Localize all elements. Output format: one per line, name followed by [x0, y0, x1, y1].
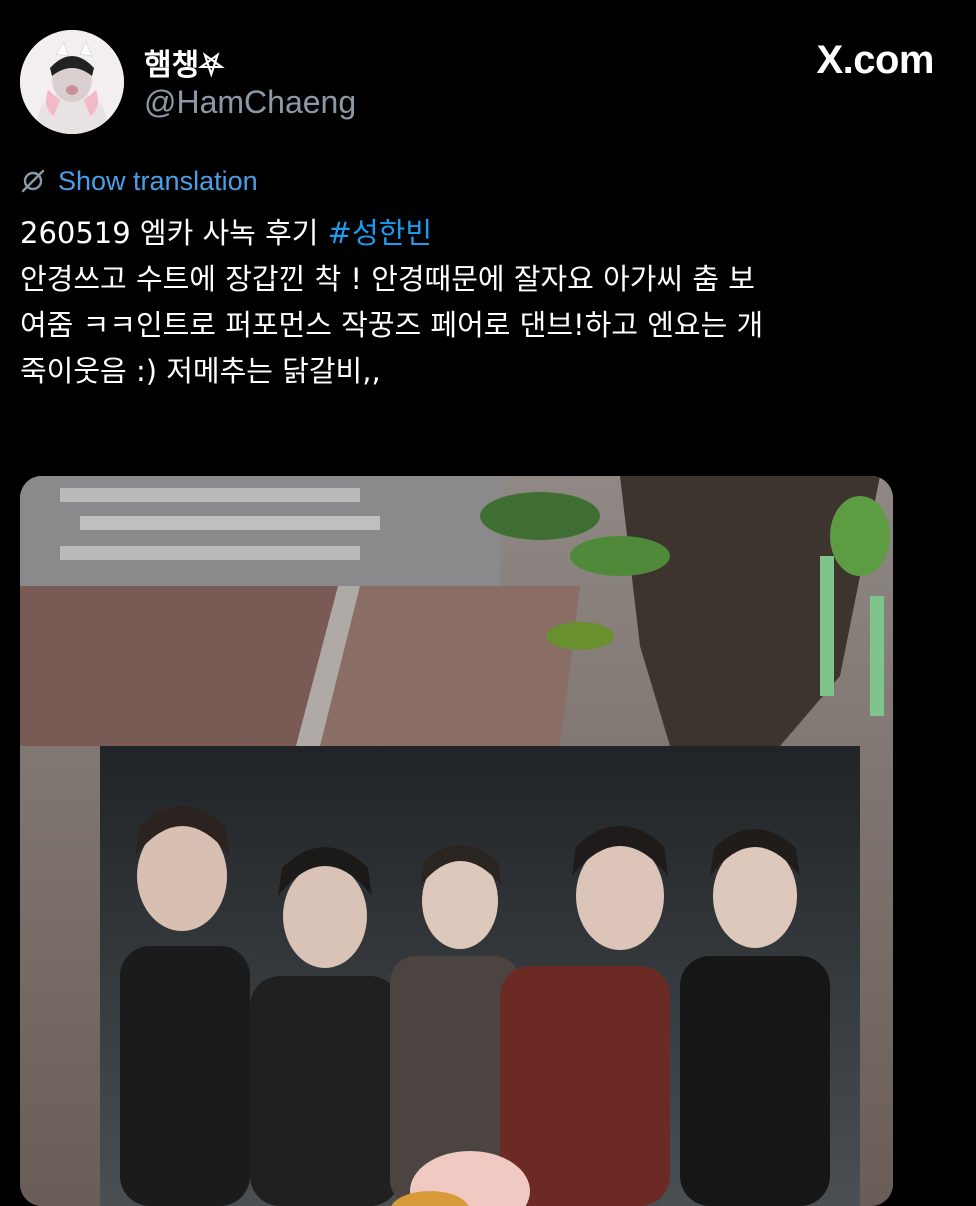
- tweet-line-3: 여줌 ㅋㅋ인트로 퍼포먼스 작꿍즈 페어로 댄브!하고 엔요는 개: [20, 308, 764, 342]
- tweet-line-2: 안경쓰고 수트에 장갑낀 착 ! 안경때문에 잘자요 아가씨 춤 보: [20, 262, 755, 296]
- tweet-line-1: 260519 엠카 사녹 후기 #성한빈: [20, 210, 970, 256]
- show-translation-label: Show translation: [58, 165, 258, 196]
- tweet-line-1-text: 260519 엠카 사녹 후기: [20, 216, 328, 250]
- tweet-line-4: 죽이웃음 :) 저메추는 닭갈비,,: [20, 354, 381, 388]
- hashtag-link[interactable]: #성한빈: [328, 216, 432, 250]
- user-handle[interactable]: @HamChaeng: [144, 84, 356, 121]
- display-name[interactable]: 햄챙⛧: [144, 40, 223, 84]
- tweet-photo[interactable]: [20, 476, 893, 1206]
- show-translation-link[interactable]: Show translation: [20, 164, 258, 198]
- x-brand-logo: X.com: [816, 38, 934, 82]
- globe-slash-icon: [21, 169, 45, 193]
- tweet-text: 260519 엠카 사녹 후기 #성한빈 안경쓰고 수트에 장갑낀 착 ! 안경…: [20, 210, 970, 394]
- avatar-photo-icon: [20, 30, 124, 134]
- avatar[interactable]: [20, 30, 124, 134]
- photo-icon: [20, 476, 893, 1206]
- tweet-header: 햄챙⛧ @HamChaeng X.com: [0, 0, 976, 150]
